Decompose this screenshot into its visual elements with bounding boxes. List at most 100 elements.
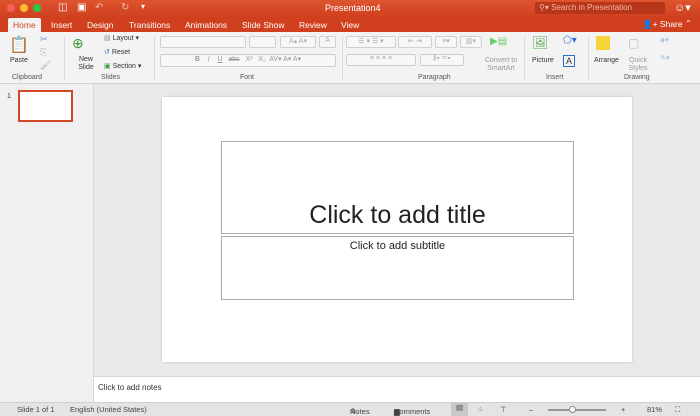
clear-formatting-icon[interactable]: A: [319, 36, 336, 48]
window-title: Presentation4: [325, 3, 381, 13]
tab-design[interactable]: Design: [82, 18, 118, 32]
ribbon-tabs: Home Insert Design Transitions Animation…: [0, 17, 700, 32]
columns-button[interactable]: ▥▾: [460, 36, 482, 48]
underline-button[interactable]: U: [217, 56, 222, 63]
picture-icon[interactable]: 🖼: [532, 35, 549, 51]
search-placeholder: Search in Presentation: [551, 3, 633, 12]
tab-slide-show[interactable]: Slide Show: [237, 18, 290, 32]
layout-label: Layout: [112, 35, 134, 42]
font-size-dropdown[interactable]: [249, 36, 276, 48]
title-bar: ◫ ▣ ↶ ↻ ▾ Presentation4 ⚲▾ Search in Pre…: [0, 0, 700, 17]
list-buttons[interactable]: ☰ ▾ ☰ ▾: [346, 36, 396, 48]
arrange-button[interactable]: Arrange: [594, 57, 619, 64]
tab-home[interactable]: Home: [8, 18, 41, 32]
layout-icon: ▤: [104, 35, 113, 42]
add-person-icon: 👤+: [642, 19, 660, 29]
picture-button[interactable]: Picture: [532, 57, 554, 64]
customize-toolbar-icon[interactable]: ▾: [141, 2, 145, 11]
thumbnail-number: 1: [7, 93, 11, 100]
search-icon: ⚲▾: [539, 3, 552, 12]
tab-view[interactable]: View: [336, 18, 364, 32]
slide-thumbnails-pane: 1: [0, 84, 94, 402]
zoom-level: 81%: [647, 405, 663, 414]
slide-count: Slide 1 of 1: [17, 405, 55, 414]
section-icon: ▣: [104, 63, 113, 70]
smiley-feedback-icon[interactable]: ☺▾: [674, 1, 691, 14]
tab-review[interactable]: Review: [294, 18, 332, 32]
new-slide-button[interactable]: New Slide: [76, 56, 96, 72]
slides-group-label: Slides: [101, 74, 121, 81]
drawing-group-label: Drawing: [624, 74, 650, 81]
strikethrough-button[interactable]: abc: [228, 56, 239, 63]
slide-canvas: Click to add title Click to add subtitle: [162, 97, 632, 362]
zoom-in-button[interactable]: +: [621, 405, 625, 414]
subscript-button[interactable]: X₂: [258, 56, 265, 63]
notes-pane[interactable]: Click to add notes: [94, 376, 700, 402]
bold-button[interactable]: B: [195, 56, 200, 63]
font-name-dropdown[interactable]: [160, 36, 246, 48]
ribbon: 📋 Paste ✂ ⎘ 🖌 Clipboard ⊕ New Slide ▤ La…: [0, 32, 700, 84]
slide-thumbnail[interactable]: [18, 90, 73, 122]
arrange-icon[interactable]: [596, 36, 610, 50]
insert-group-label: Insert: [546, 74, 564, 81]
sidebar-toggle-icon[interactable]: ◫: [58, 2, 67, 13]
reset-icon: ↺: [104, 49, 112, 56]
language-status[interactable]: English (United States): [70, 405, 147, 414]
fit-to-window-icon[interactable]: ⛶: [675, 405, 680, 415]
alignment-buttons[interactable]: ≡ ≡ ≡ ≡: [346, 54, 416, 66]
section-label: Section: [112, 63, 136, 70]
subtitle-placeholder[interactable]: Click to add subtitle: [221, 236, 574, 300]
format-painter-icon[interactable]: 🖌: [40, 60, 51, 71]
zoom-slider-handle[interactable]: [569, 406, 576, 413]
reset-button[interactable]: ↺ Reset: [104, 48, 130, 56]
text-direction-buttons[interactable]: ⫼▾ ▭▾: [420, 54, 464, 66]
layout-button[interactable]: ▤ Layout ▾: [104, 34, 139, 42]
tab-insert[interactable]: Insert: [46, 18, 77, 32]
shape-fill-icon[interactable]: ◈▾: [660, 36, 669, 44]
clipboard-group-label: Clipboard: [12, 74, 42, 81]
tab-animations[interactable]: Animations: [180, 18, 232, 32]
shape-outline-icon[interactable]: ✎▾: [660, 54, 669, 62]
share-label: Share: [659, 19, 683, 29]
text-box-icon[interactable]: A: [563, 55, 576, 67]
font-group-label: Font: [240, 74, 255, 81]
presenter-view-button[interactable]: ⊤: [500, 405, 507, 414]
status-bar: Slide 1 of 1 English (United States) ≙ N…: [0, 402, 700, 416]
quick-styles-icon[interactable]: ▢: [628, 36, 639, 50]
font-size-adjust[interactable]: A▴ A▾: [280, 36, 316, 48]
search-input[interactable]: ⚲▾ Search in Presentation: [535, 2, 665, 14]
zoom-out-button[interactable]: –: [529, 405, 533, 414]
zoom-slider[interactable]: [548, 406, 606, 413]
indent-buttons[interactable]: ⇤ ⇥: [398, 36, 432, 48]
paragraph-group-label: Paragraph: [418, 74, 451, 81]
cut-icon[interactable]: ✂: [40, 34, 48, 45]
slide-sorter-button[interactable]: ⁘: [477, 405, 483, 414]
convert-smartart-button[interactable]: Convert to SmartArt: [482, 57, 520, 73]
comments-label: Comments: [394, 407, 431, 416]
undo-icon[interactable]: ↶: [95, 2, 103, 13]
section-button[interactable]: ▣ Section ▾: [104, 62, 141, 70]
paste-button[interactable]: Paste: [10, 57, 28, 64]
collapse-ribbon-icon[interactable]: ⌃: [685, 19, 692, 28]
italic-button[interactable]: I: [208, 56, 210, 63]
paste-icon[interactable]: 📋: [9, 35, 29, 55]
normal-view-button[interactable]: ▤: [451, 403, 468, 416]
share-button[interactable]: 👤+ Share: [642, 19, 683, 30]
line-spacing-button[interactable]: ≡▾: [435, 36, 457, 48]
close-button[interactable]: [7, 4, 15, 12]
maximize-button[interactable]: [33, 4, 41, 12]
reset-label: Reset: [111, 49, 131, 56]
tab-transitions[interactable]: Transitions: [124, 18, 175, 32]
copy-icon[interactable]: ⎘: [40, 47, 47, 58]
quick-styles-button[interactable]: Quick Styles: [624, 57, 652, 73]
superscript-button[interactable]: X²: [246, 56, 253, 63]
font-format-buttons: B I U abc X² X₂ AV▾ A▾ A▾: [160, 54, 336, 67]
minimize-button[interactable]: [20, 4, 28, 12]
smartart-icon[interactable]: ▶▤: [490, 36, 507, 47]
new-slide-icon[interactable]: ⊕: [72, 35, 84, 52]
save-icon[interactable]: ▣: [77, 2, 86, 13]
notes-label: Notes: [350, 407, 370, 416]
shapes-icon[interactable]: ⬠▾: [563, 35, 577, 46]
redo-icon[interactable]: ↻: [121, 2, 129, 13]
title-placeholder[interactable]: Click to add title: [221, 141, 574, 234]
